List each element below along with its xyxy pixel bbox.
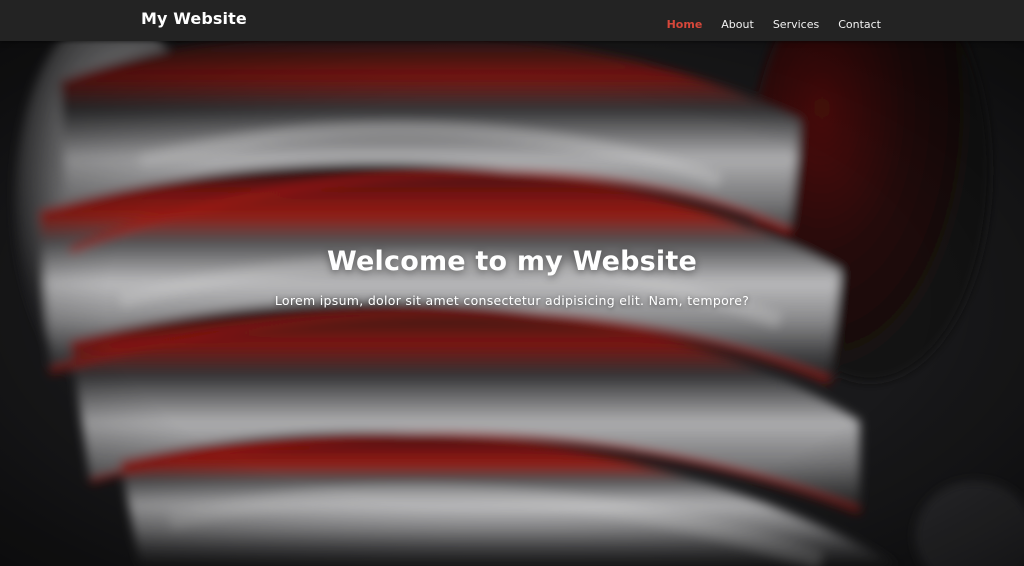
nav-link-home[interactable]: Home xyxy=(667,18,703,31)
nav-link-contact[interactable]: Contact xyxy=(838,18,881,31)
brand-logo-link[interactable]: My Website xyxy=(141,9,247,28)
nav-link-services[interactable]: Services xyxy=(773,18,819,31)
nav-links: Home About Services Contact xyxy=(667,13,881,32)
top-navbar: My Website Home About Services Contact xyxy=(0,0,1024,41)
nav-item-services: Services xyxy=(773,13,819,32)
hero-section: Welcome to my Website Lorem ipsum, dolor… xyxy=(0,41,1024,566)
nav-item-contact: Contact xyxy=(838,13,881,32)
nav-item-about: About xyxy=(721,13,754,32)
hero-content: Welcome to my Website Lorem ipsum, dolor… xyxy=(0,246,1024,308)
hero-title: Welcome to my Website xyxy=(327,246,697,277)
nav-link-about[interactable]: About xyxy=(721,18,754,31)
nav-item-home: Home xyxy=(667,13,703,32)
hero-subtitle: Lorem ipsum, dolor sit amet consectetur … xyxy=(274,293,750,308)
